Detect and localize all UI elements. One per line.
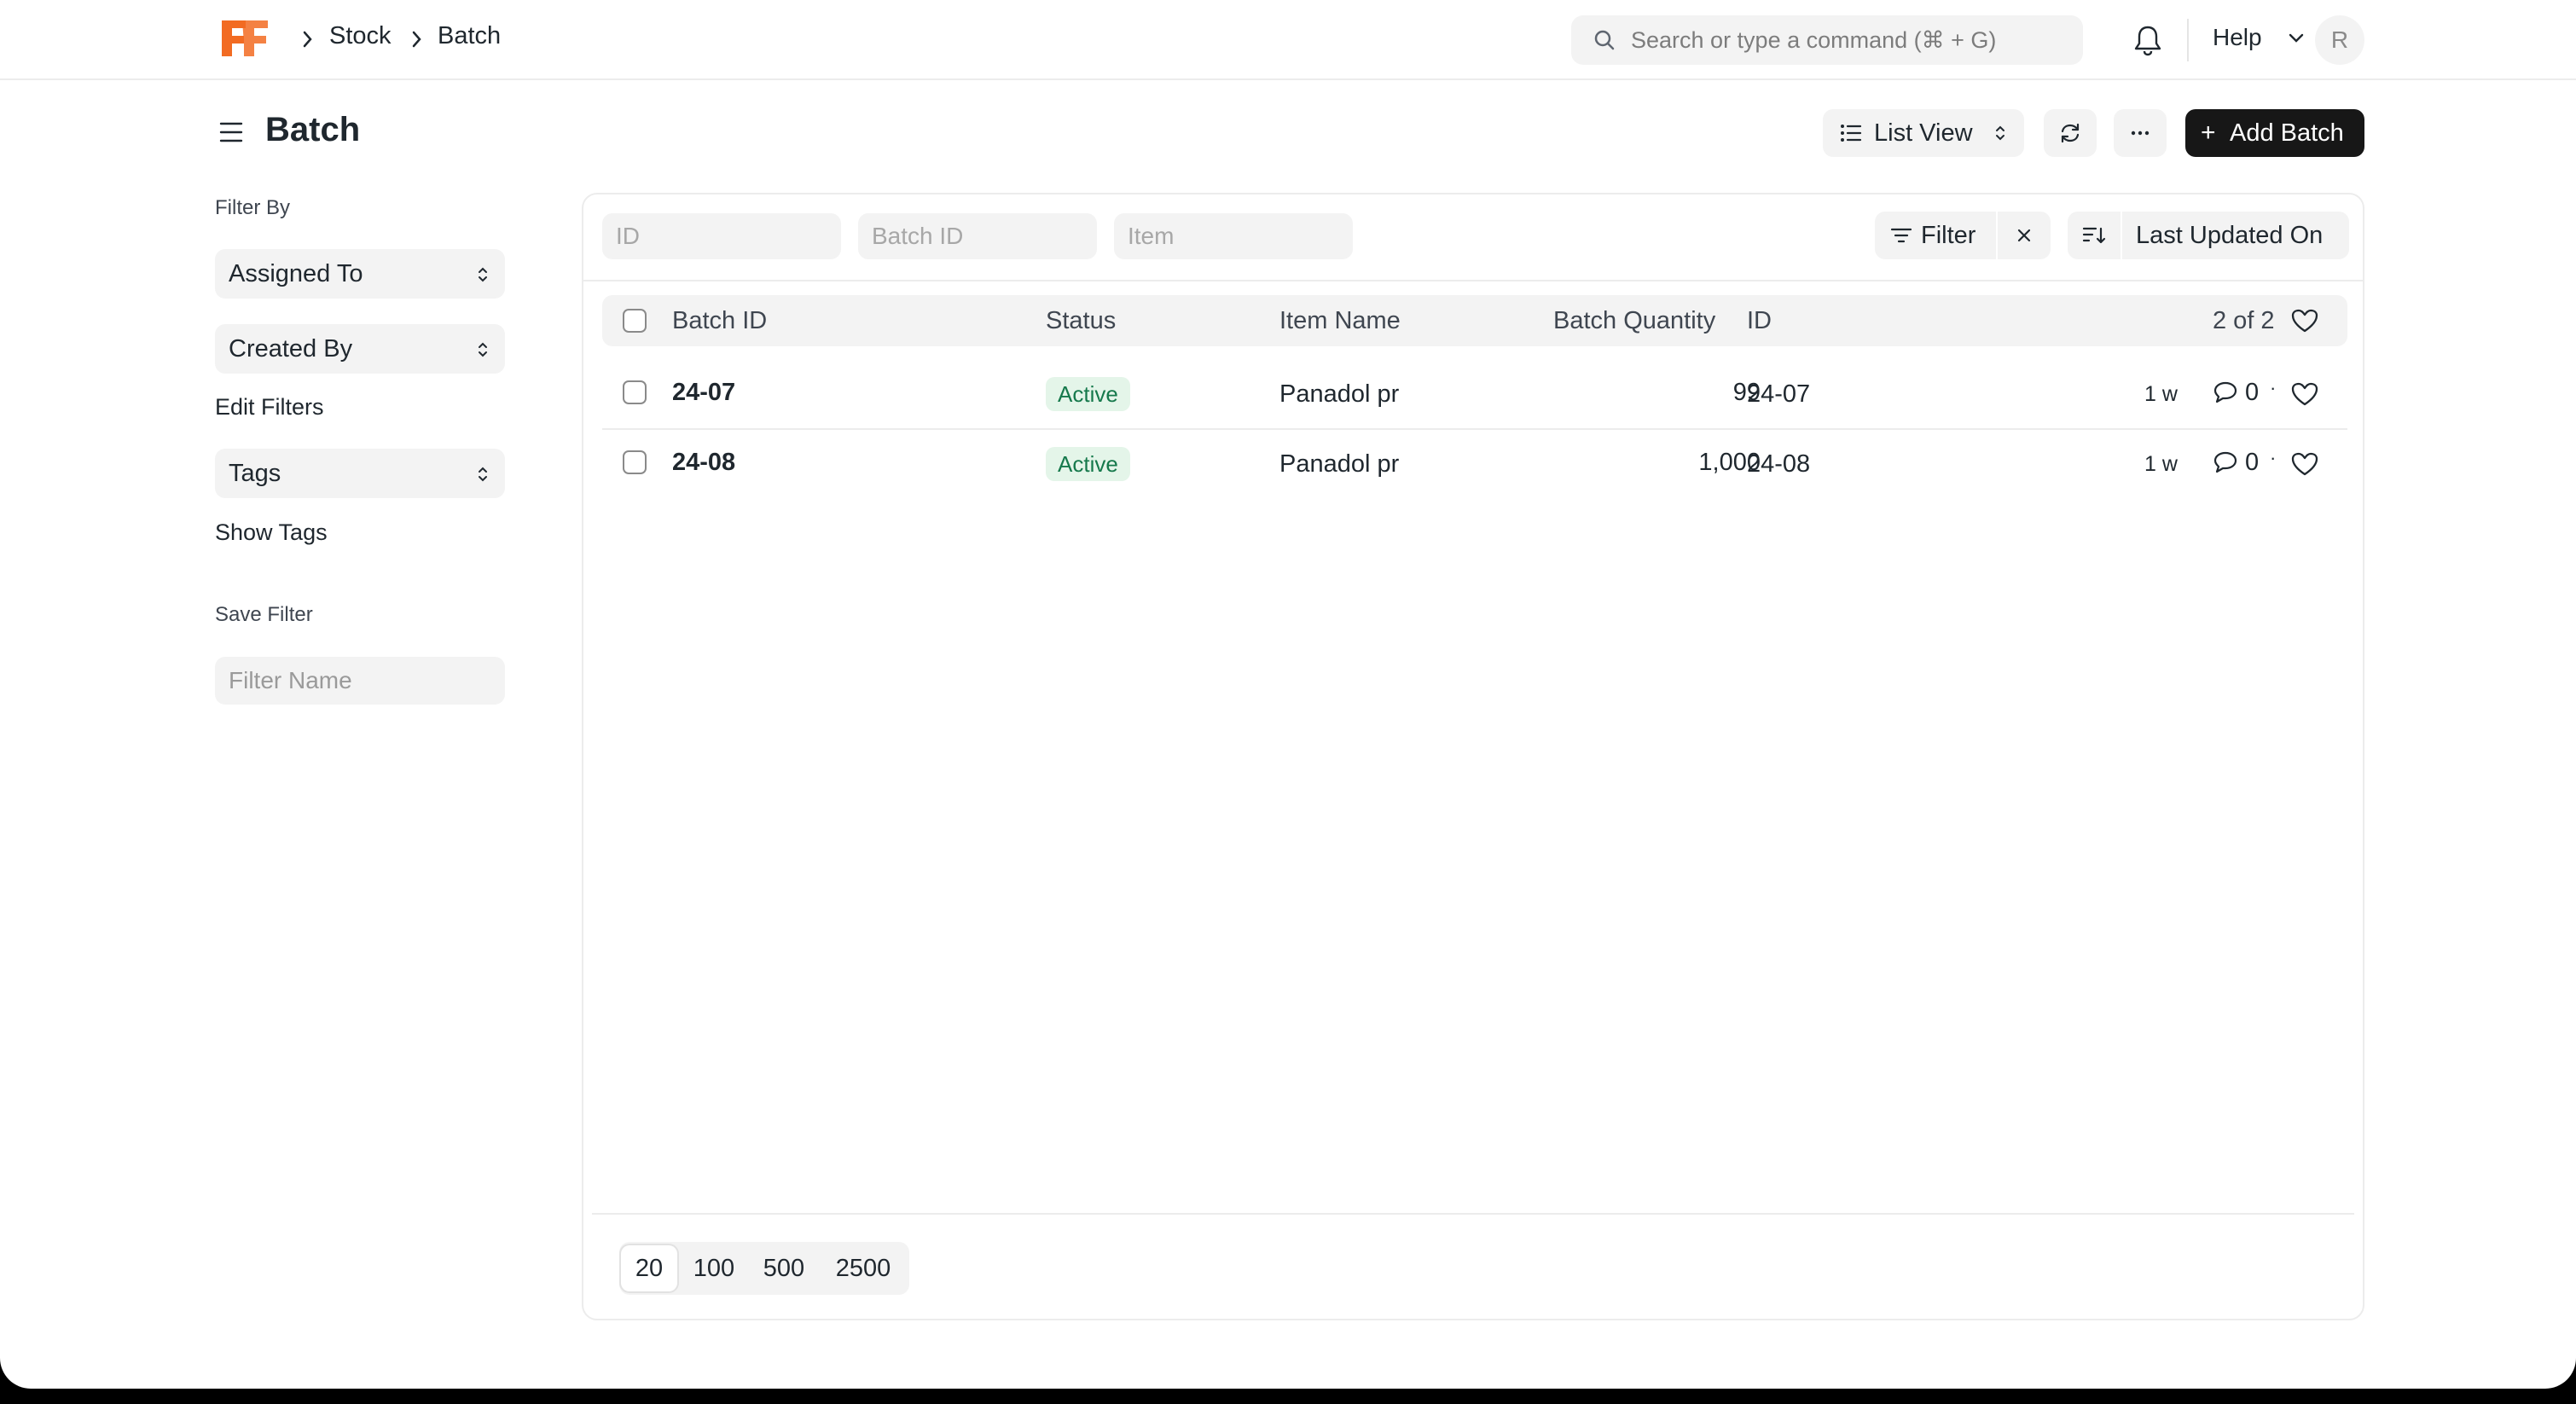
heart-icon[interactable] (2291, 309, 2318, 333)
help-label: Help (2213, 24, 2262, 50)
row-batch-id[interactable]: 24-08 (672, 449, 735, 477)
list-view-label: List View (1874, 119, 1973, 147)
sort-icon (2082, 227, 2106, 244)
heart-icon[interactable] (2291, 452, 2318, 476)
refresh-button[interactable] (2044, 109, 2097, 157)
sort-field-button[interactable]: Last Updated On (2122, 212, 2349, 259)
row-checkbox[interactable] (623, 380, 647, 404)
heart-icon[interactable] (2291, 382, 2318, 406)
updown-caret-icon (1996, 125, 2005, 141)
global-search[interactable] (1571, 15, 2083, 65)
tags-label: Tags (229, 460, 281, 487)
row-modified: 1 w (2144, 382, 2178, 406)
list-row[interactable]: 24-08 Active Panadol pr 1,000 24-08 1 w … (602, 428, 2347, 498)
row-batch-id[interactable]: 24-07 (672, 379, 735, 407)
row-comment-count: 0 (2245, 379, 2260, 406)
breadcrumb-stock[interactable]: Stock (329, 22, 392, 50)
column-item-name: Item Name (1279, 307, 1401, 334)
avatar[interactable]: R (2315, 15, 2364, 65)
updown-caret-icon (479, 467, 487, 482)
clear-filters-button[interactable] (1998, 212, 2051, 259)
row-modified: 1 w (2144, 452, 2178, 476)
frappe-logo-icon[interactable] (220, 17, 270, 60)
plus-icon: + (2201, 119, 2216, 147)
created-by-label: Created By (229, 335, 353, 363)
chevron-right-icon (412, 31, 421, 48)
close-icon (2017, 229, 2031, 242)
row-item-name: Panadol pr (1279, 450, 1400, 478)
footer-divider (592, 1213, 2354, 1215)
row-comment-count: 0 (2245, 449, 2260, 476)
list-header: Batch ID Status Item Name Batch Quantity… (602, 295, 2347, 346)
filter-divider (583, 280, 2363, 281)
filter-icon (1890, 228, 1912, 243)
edit-filters-link[interactable]: Edit Filters (215, 394, 324, 421)
status-badge: Active (1046, 447, 1130, 481)
app-window: Stock Batch Help R Batch (0, 0, 2576, 1389)
breadcrumb-batch[interactable]: Batch (438, 22, 501, 50)
filter-by-label: Filter By (215, 196, 291, 219)
tags-select[interactable]: Tags (215, 449, 505, 498)
save-filter-label: Save Filter (215, 603, 313, 626)
list-row[interactable]: 24-07 Active Panadol pr 99 24-07 1 w 0 · (602, 358, 2347, 428)
batch-id-filter-input[interactable] (858, 213, 1097, 259)
page-size-500[interactable]: 500 (749, 1245, 819, 1291)
page-size-2500[interactable]: 2500 (821, 1245, 906, 1291)
help-dropdown[interactable]: Help (2213, 24, 2304, 51)
select-all-checkbox[interactable] (623, 309, 647, 333)
page-size-20[interactable]: 20 (621, 1245, 677, 1291)
assigned-to-label: Assigned To (229, 260, 363, 287)
updown-caret-icon (479, 267, 487, 282)
filter-label: Filter (1921, 222, 1976, 249)
filter-name-input[interactable] (215, 657, 505, 705)
add-batch-button[interactable]: + Add Batch (2185, 109, 2364, 157)
id-filter-input[interactable] (602, 213, 841, 259)
column-batch-quantity: Batch Quantity (1553, 307, 1716, 334)
navbar: Stock Batch Help R (0, 0, 2576, 80)
list-icon (1841, 125, 1862, 142)
row-id: 24-08 (1747, 450, 1811, 478)
page-length-selector: 20 100 500 2500 (619, 1242, 909, 1295)
row-separator-dot: · (2270, 377, 2277, 398)
navbar-divider (2187, 19, 2189, 61)
column-status: Status (1046, 307, 1117, 334)
more-icon (2131, 131, 2150, 136)
status-badge: Active (1046, 377, 1130, 411)
updown-caret-icon (479, 342, 487, 357)
row-item-name: Panadol pr (1279, 380, 1400, 408)
chevron-down-icon (2289, 33, 2304, 43)
add-batch-label: Add Batch (2230, 119, 2344, 147)
row-separator-dot: · (2270, 447, 2277, 468)
row-checkbox[interactable] (623, 450, 647, 474)
list-view-switcher[interactable]: List View (1823, 109, 2024, 157)
bell-icon[interactable] (2132, 24, 2163, 56)
filter-button[interactable]: Filter (1875, 212, 1996, 259)
more-actions-button[interactable] (2114, 109, 2167, 157)
page-title: Batch (265, 111, 361, 148)
comment-icon[interactable] (2213, 380, 2238, 404)
assigned-to-select[interactable]: Assigned To (215, 249, 505, 299)
result-count: 2 of 2 (2213, 307, 2275, 334)
page-size-100[interactable]: 100 (681, 1245, 747, 1291)
created-by-select[interactable]: Created By (215, 324, 505, 374)
comment-icon[interactable] (2213, 450, 2238, 474)
hamburger-icon[interactable] (218, 119, 244, 145)
sort-direction-button[interactable] (2068, 212, 2121, 259)
column-batch-id: Batch ID (672, 307, 768, 334)
item-filter-input[interactable] (1114, 213, 1353, 259)
refresh-icon (2061, 123, 2080, 143)
column-id: ID (1747, 307, 1772, 334)
row-id: 24-07 (1747, 380, 1811, 408)
list-card: Filter Last Updated On Batch ID Status I… (582, 193, 2364, 1320)
chevron-right-icon (303, 31, 312, 48)
show-tags-link[interactable]: Show Tags (215, 519, 328, 546)
search-icon (1594, 30, 1615, 50)
search-input[interactable] (1631, 15, 2066, 65)
